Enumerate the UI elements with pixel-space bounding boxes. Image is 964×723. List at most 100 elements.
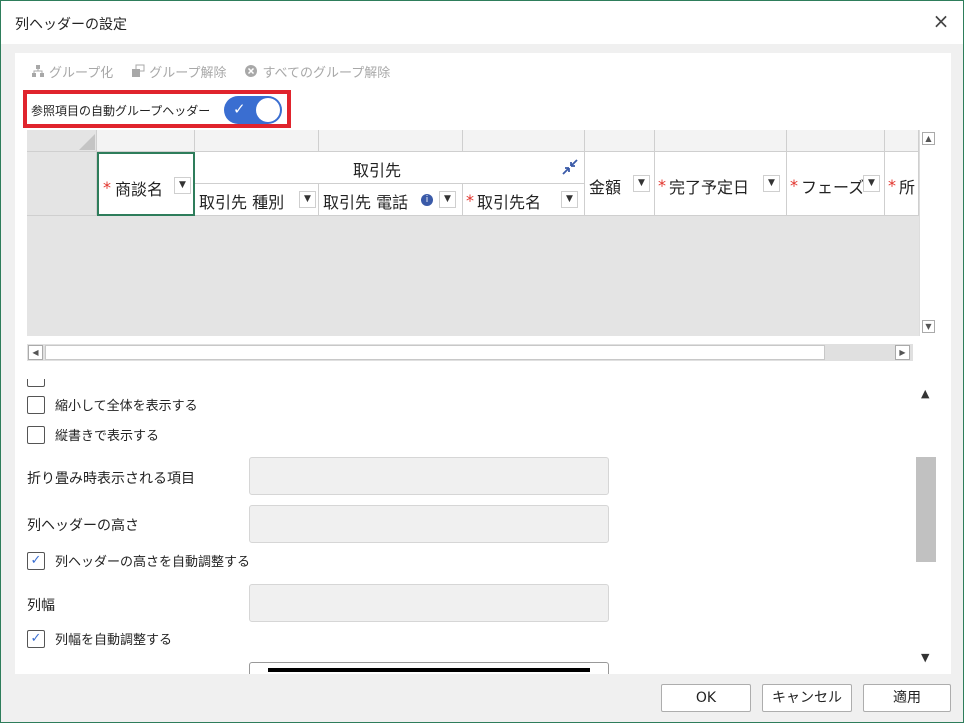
auto-header-height-checkbox[interactable]: ✓ xyxy=(27,551,45,570)
column-header-settings-dialog: 列ヘッダーの設定 × グループ化 グループ解除 すべてのグループ解除 参照項目の… xyxy=(0,0,964,723)
clear-circle-icon xyxy=(245,65,258,77)
dropdown-icon[interactable]: ▼ xyxy=(561,191,578,208)
scroll-left-icon[interactable]: ◀ xyxy=(28,345,43,360)
column-phase[interactable]: * フェーズ ▼ xyxy=(787,152,885,216)
header-preview-grid: * 商談名 ▼ 取引先 取引先 種別 ▼ 取引先 電話 i ▼ * 取引先名 ▼ xyxy=(27,130,937,336)
column-width-field[interactable] xyxy=(249,584,609,622)
scroll-right-icon[interactable]: ▶ xyxy=(895,345,910,360)
top-cell xyxy=(585,130,655,152)
auto-column-width-label: 列幅を自動調整する xyxy=(55,633,173,648)
auto-group-header-highlight: 参照項目の自動グループヘッダー ✓ xyxy=(23,90,291,128)
cancel-button[interactable]: キャンセル xyxy=(762,684,852,712)
grouping-toolbar: グループ化 グループ解除 すべてのグループ解除 xyxy=(31,61,390,81)
shrink-to-fit-checkbox[interactable] xyxy=(27,395,45,414)
scroll-down-icon[interactable]: ▼ xyxy=(922,320,935,333)
column-label: フェーズ xyxy=(801,178,865,197)
scroll-down-icon[interactable]: ▼ xyxy=(921,651,929,664)
column-account-phone[interactable]: 取引先 電話 i ▼ xyxy=(319,184,463,216)
required-mark: * xyxy=(103,178,111,197)
dropdown-icon[interactable]: ▼ xyxy=(439,191,456,208)
vertical-text-row: 縦書きで表示する xyxy=(27,425,159,444)
top-cell xyxy=(787,130,885,152)
ungroup-button-label: グループ解除 xyxy=(149,65,227,81)
top-cell xyxy=(463,130,585,152)
scroll-up-icon[interactable]: ▲ xyxy=(921,387,929,400)
top-cell xyxy=(319,130,463,152)
column-label: 取引先 電話 xyxy=(323,193,409,212)
ungroup-button[interactable]: グループ解除 xyxy=(131,61,226,81)
column-account-type[interactable]: 取引先 種別 ▼ xyxy=(195,184,319,216)
preview-horizontal-scrollbar[interactable]: ◀ ▶ xyxy=(27,344,913,361)
dropdown-icon[interactable]: ▼ xyxy=(863,175,880,192)
required-mark: * xyxy=(658,176,666,195)
column-label: 完了予定日 xyxy=(669,178,750,197)
column-owner[interactable]: * 所 xyxy=(885,152,919,216)
collapse-icon[interactable] xyxy=(561,158,579,176)
header-height-field[interactable] xyxy=(249,505,609,543)
color-swatch xyxy=(268,668,590,672)
corner-triangle-icon xyxy=(79,134,95,150)
dropdown-icon[interactable]: ▼ xyxy=(633,175,650,192)
required-mark: * xyxy=(466,191,474,210)
ok-button[interactable]: OK xyxy=(661,684,751,712)
collapsed-item-label: 折り畳み時表示される項目 xyxy=(27,471,195,487)
group-button-label: グループ化 xyxy=(49,65,114,81)
top-cell xyxy=(97,130,195,152)
top-cell xyxy=(885,130,919,152)
settings-vertical-scrollbar[interactable]: ▲ ▼ xyxy=(915,379,937,674)
dialog-title: 列ヘッダーの設定 xyxy=(15,17,127,33)
column-amount[interactable]: 金額 ▼ xyxy=(585,152,655,216)
vertical-text-label: 縦書きで表示する xyxy=(55,429,160,444)
preview-vertical-scrollbar[interactable]: ▲ ▼ xyxy=(919,130,937,336)
auto-group-header-toggle[interactable]: ✓ xyxy=(224,96,282,124)
column-label: 取引先 種別 xyxy=(199,193,285,212)
ungroup-all-button[interactable]: すべてのグループ解除 xyxy=(244,61,390,81)
row-header-cell xyxy=(27,152,97,216)
scroll-thumb[interactable] xyxy=(45,345,825,360)
settings-panel: グループ化 グループ解除 すべてのグループ解除 参照項目の自動グループヘッダー … xyxy=(15,53,951,674)
top-cell xyxy=(195,130,319,152)
required-mark: * xyxy=(888,176,896,195)
auto-column-width-checkbox[interactable]: ✓ xyxy=(27,629,45,648)
auto-group-header-label: 参照項目の自動グループヘッダー xyxy=(31,104,211,118)
column-label: 取引先名 xyxy=(477,193,542,212)
ungroup-icon xyxy=(132,64,145,77)
scroll-up-icon[interactable]: ▲ xyxy=(922,132,935,145)
settings-form: 縮小して全体を表示する 縦書きで表示する 折り畳み時表示される項目 列ヘッダーの… xyxy=(15,379,937,674)
column-label: 商談名 xyxy=(115,180,164,199)
required-mark: * xyxy=(790,176,798,195)
collapsed-item-field[interactable] xyxy=(249,457,609,495)
shrink-to-fit-row: 縮小して全体を表示する xyxy=(27,395,198,414)
column-deal-name[interactable]: * 商談名 ▼ xyxy=(97,152,195,216)
auto-header-height-label: 列ヘッダーの高さを自動調整する xyxy=(55,555,251,570)
top-cell xyxy=(655,130,787,152)
checkbox[interactable] xyxy=(27,379,45,387)
check-icon: ✓ xyxy=(233,100,246,118)
shrink-to-fit-label: 縮小して全体を表示する xyxy=(55,399,198,414)
group-header-label: 取引先 xyxy=(353,161,402,180)
close-icon[interactable]: × xyxy=(929,9,953,33)
corner-cell xyxy=(27,130,97,152)
dropdown-icon[interactable]: ▼ xyxy=(299,191,316,208)
dropdown-icon[interactable]: ▼ xyxy=(763,175,780,192)
group-header-account[interactable]: 取引先 xyxy=(195,152,585,184)
column-close-date[interactable]: * 完了予定日 ▼ xyxy=(655,152,787,216)
partial-checkbox-row xyxy=(27,379,45,387)
group-button[interactable]: グループ化 xyxy=(31,61,113,81)
ungroup-all-button-label: すべてのグループ解除 xyxy=(262,65,391,81)
column-label: 金額 xyxy=(589,178,622,197)
dropdown-icon[interactable]: ▼ xyxy=(174,177,191,194)
title-bar: 列ヘッダーの設定 × xyxy=(1,1,963,44)
column-account-name[interactable]: * 取引先名 ▼ xyxy=(463,184,585,216)
color-picker-field[interactable] xyxy=(249,662,609,674)
header-height-label: 列ヘッダーの高さ xyxy=(27,518,139,534)
auto-header-height-row: ✓ 列ヘッダーの高さを自動調整する xyxy=(27,551,250,570)
scroll-thumb[interactable] xyxy=(916,457,936,562)
toggle-knob xyxy=(256,98,280,122)
hierarchy-icon xyxy=(32,65,44,77)
auto-column-width-row: ✓ 列幅を自動調整する xyxy=(27,629,172,648)
info-icon[interactable]: i xyxy=(421,194,433,206)
apply-button[interactable]: 適用 xyxy=(863,684,951,712)
vertical-text-checkbox[interactable] xyxy=(27,425,45,444)
column-label: 所 xyxy=(899,178,916,197)
